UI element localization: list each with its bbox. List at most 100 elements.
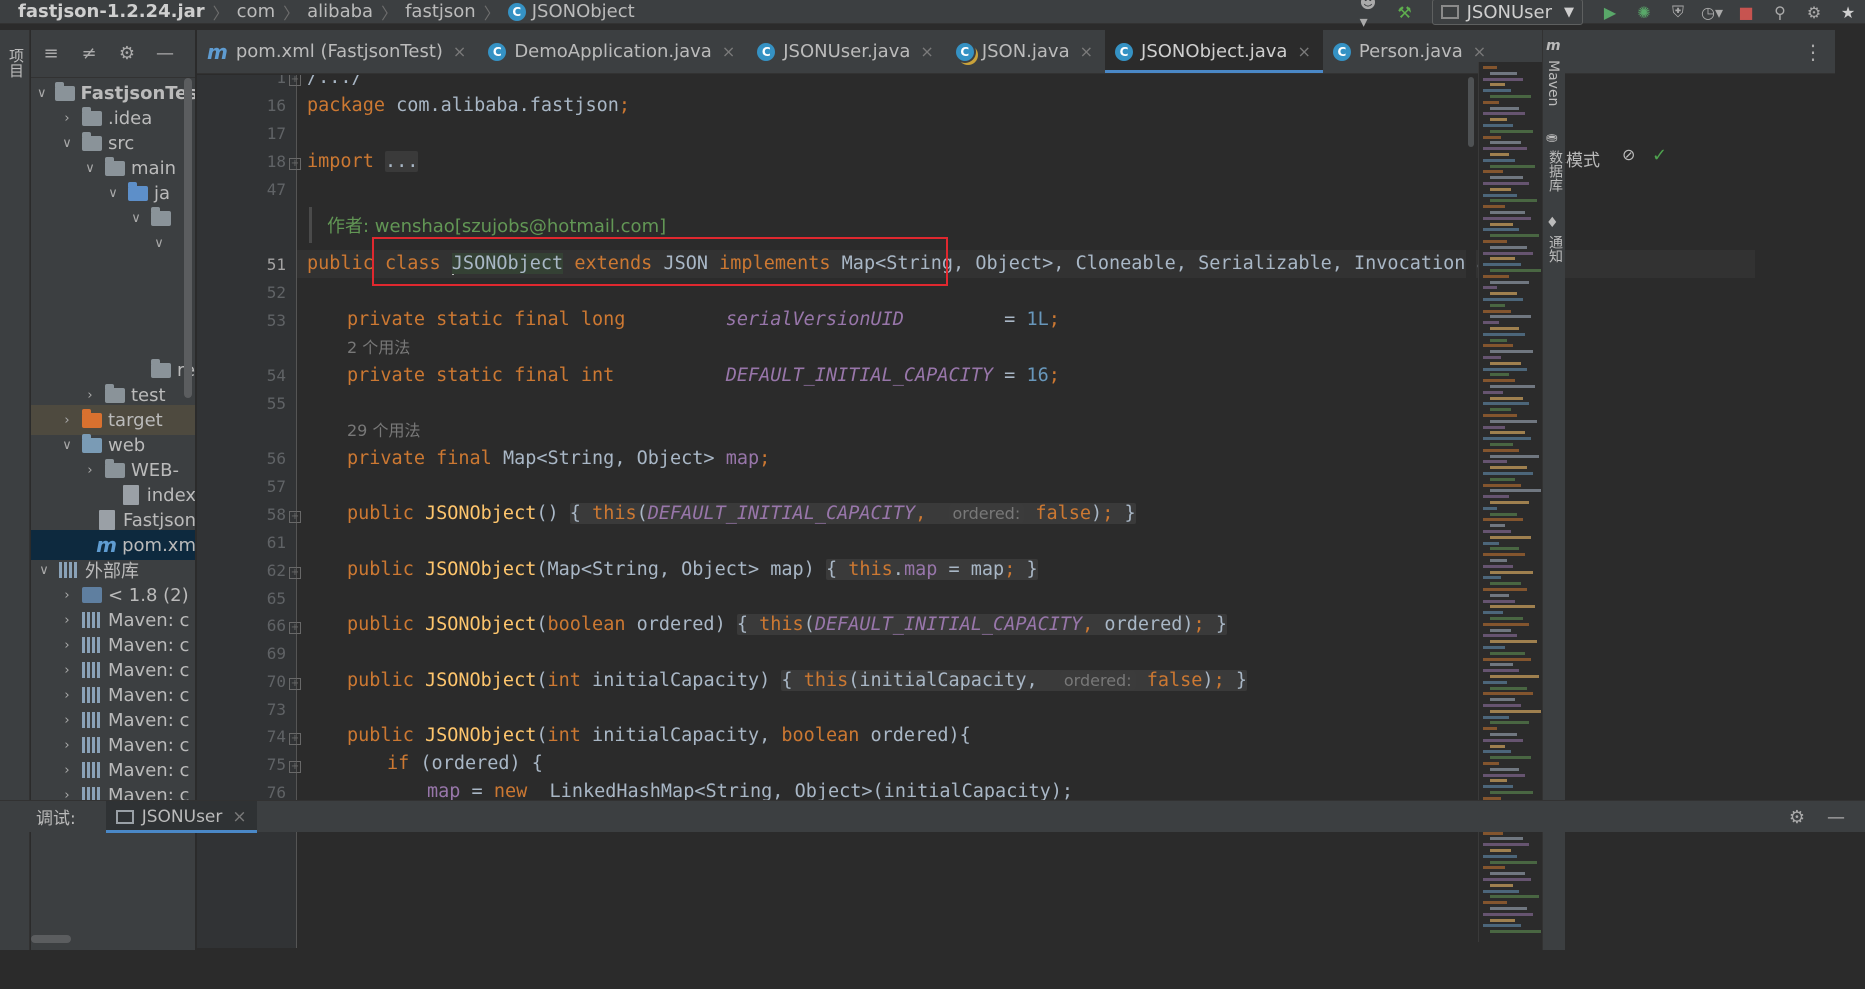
folded-body[interactable]: { this.map = map; }	[825, 559, 1038, 580]
close-icon[interactable]: ×	[722, 42, 735, 61]
editor-tab[interactable]: C JSON.java ×	[946, 30, 1105, 73]
editor-tab[interactable]: C JSONObject.java ×	[1105, 30, 1323, 73]
database-icon[interactable]: ⛂	[1546, 130, 1562, 146]
more-tabs-icon[interactable]: ⋮	[1803, 40, 1823, 64]
fold-toggle-icon[interactable]: +	[289, 622, 301, 634]
hide-icon[interactable]: —	[153, 42, 177, 66]
tab-label: JSON.java	[981, 41, 1070, 62]
tree-item-label: Maven: c	[108, 634, 190, 656]
chevron-right-icon[interactable]: ›	[60, 713, 74, 728]
close-icon[interactable]: ×	[1297, 42, 1310, 61]
fold-toggle-icon[interactable]: +	[289, 761, 301, 773]
debug-session-tab[interactable]: JSONUser ×	[105, 800, 257, 833]
chevron-right-icon[interactable]: ›	[60, 588, 74, 603]
fold-toggle-icon[interactable]: +	[289, 733, 301, 745]
close-icon[interactable]: ×	[1080, 42, 1093, 61]
folded-header[interactable]: /.../	[307, 75, 363, 88]
chevron-down-icon[interactable]: ∨	[60, 438, 74, 453]
breadcrumb-separator: 〉	[283, 3, 300, 23]
chevron-right-icon[interactable]: ›	[60, 763, 74, 778]
chevron-right-icon[interactable]: ›	[60, 688, 74, 703]
chevron-right-icon[interactable]: ›	[60, 111, 74, 126]
scrollbar-thumb[interactable]	[1468, 77, 1474, 147]
maven-icon[interactable]: m	[1546, 38, 1562, 54]
tree-item[interactable]: ∨	[31, 228, 195, 258]
fold-toggle-icon[interactable]: +	[289, 75, 301, 86]
folded-body[interactable]: { this(DEFAULT_INITIAL_CAPACITY, ordered…	[736, 614, 1227, 635]
build-hammer-icon[interactable]: ⚒	[1394, 1, 1416, 23]
inspection-ok-icon[interactable]: ✓	[1652, 145, 1672, 166]
fold-toggle-icon[interactable]: +	[289, 567, 301, 579]
chevron-right-icon[interactable]: ›	[83, 463, 97, 478]
keyword: public class	[307, 253, 452, 274]
chevron-right-icon[interactable]: ›	[60, 738, 74, 753]
coverage-icon[interactable]: ⛨	[1667, 1, 1689, 23]
line-number: 52	[266, 283, 286, 302]
chevron-down-icon[interactable]: ∨	[83, 161, 97, 176]
breadcrumb-item-com[interactable]: com	[237, 1, 275, 22]
chevron-right-icon[interactable]: ›	[60, 613, 74, 628]
code-line-74: public JSONObject(int initialCapacity, b…	[347, 725, 971, 746]
fold-toggle-icon[interactable]: +	[289, 511, 301, 523]
minimap-line	[1490, 106, 1519, 110]
chevron-down-icon[interactable]: ∨	[37, 563, 51, 578]
minimap-line	[1483, 680, 1507, 684]
chevron-right-icon[interactable]: ›	[83, 388, 97, 403]
run-configuration-select[interactable]: JSONUser ▼	[1431, 0, 1583, 25]
scrollbar-horizontal[interactable]	[31, 935, 71, 943]
collapse-all-icon[interactable]: ≠	[77, 42, 101, 66]
folder-icon	[128, 181, 148, 201]
fold-toggle-icon[interactable]: +	[289, 678, 301, 690]
breadcrumb-item-fastjson[interactable]: fastjson	[405, 1, 476, 22]
maven-tool-window-button[interactable]: Maven	[1545, 60, 1561, 106]
chevron-down-icon[interactable]: ∨	[37, 86, 47, 101]
scrollbar-vertical[interactable]	[184, 78, 192, 398]
debug-icon[interactable]: ✺	[1633, 1, 1655, 23]
chevron-down-icon[interactable]: ∨	[152, 236, 166, 251]
folded-body[interactable]: { this(initialCapacity, ordered: false);…	[781, 670, 1247, 691]
toolbar-right: ☻▾ ⚒ JSONUser ▼ ▶ ✺ ⛨ ◷▾ ■ ⚲ ⚙ ★	[1354, 0, 1865, 31]
run-icon[interactable]: ▶	[1599, 1, 1621, 23]
gear-icon[interactable]: ⚙	[1803, 1, 1825, 23]
project-tool-window-button[interactable]: 项目	[6, 48, 27, 78]
chevron-down-icon[interactable]: ∨	[106, 186, 120, 201]
database-tool-window-button[interactable]: 数据库	[1545, 150, 1565, 192]
editor-tab[interactable]: m pom.xml (FastjsonTest) ×	[197, 30, 478, 73]
ide-logo-icon[interactable]: ★	[1837, 1, 1859, 23]
chevron-right-icon[interactable]: ›	[60, 663, 74, 678]
hide-icon[interactable]: —	[1827, 807, 1845, 828]
close-icon[interactable]: ×	[920, 42, 933, 61]
editor-tab[interactable]: C JSONUser.java ×	[747, 30, 946, 73]
stop-icon[interactable]: ■	[1735, 1, 1757, 23]
folded-body[interactable]: { this(DEFAULT_INITIAL_CAPACITY, ordered…	[569, 503, 1136, 524]
editor-tab[interactable]: C DemoApplication.java ×	[478, 30, 747, 73]
notifications-tool-window-button[interactable]: 通知	[1545, 235, 1565, 263]
usage-count[interactable]: 29 个用法	[347, 421, 420, 440]
chevron-right-icon[interactable]: ›	[60, 638, 74, 653]
usage-count[interactable]: 2 个用法	[347, 338, 410, 357]
chevron-down-icon[interactable]: ∨	[129, 211, 143, 226]
close-icon[interactable]: ×	[453, 42, 466, 61]
minimap-line	[1483, 437, 1531, 441]
eye-off-icon[interactable]: ⊘	[1622, 145, 1642, 165]
close-icon[interactable]: ×	[232, 807, 246, 827]
close-icon[interactable]: ×	[1473, 42, 1486, 61]
search-icon[interactable]: ⚲	[1769, 1, 1791, 23]
fold-toggle-icon[interactable]: +	[289, 158, 301, 170]
breadcrumb-item-class[interactable]: JSONObject	[532, 1, 635, 22]
chevron-right-icon[interactable]: ›	[60, 413, 74, 428]
profile-icon[interactable]: ◷▾	[1701, 1, 1723, 23]
folded-imports[interactable]: ...	[384, 151, 419, 172]
breadcrumb-item-jar[interactable]: fastjson-1.2.24.jar	[18, 1, 205, 22]
gear-icon[interactable]: ⚙	[115, 42, 139, 66]
breadcrumb-item-alibaba[interactable]: alibaba	[307, 1, 373, 22]
gear-icon[interactable]: ⚙	[1789, 807, 1805, 828]
user-icon[interactable]: ☻▾	[1360, 0, 1382, 31]
chevron-down-icon[interactable]: ∨	[60, 136, 74, 151]
editor-tab[interactable]: C Person.java ×	[1323, 30, 1498, 73]
boolean-literal: false	[1146, 670, 1203, 691]
usage-hint-1[interactable]: 2 个用法	[347, 334, 410, 362]
bell-icon[interactable]: ♦	[1546, 215, 1562, 231]
usage-hint-2[interactable]: 29 个用法	[347, 417, 420, 445]
expand-all-icon[interactable]: ≡	[39, 42, 63, 66]
